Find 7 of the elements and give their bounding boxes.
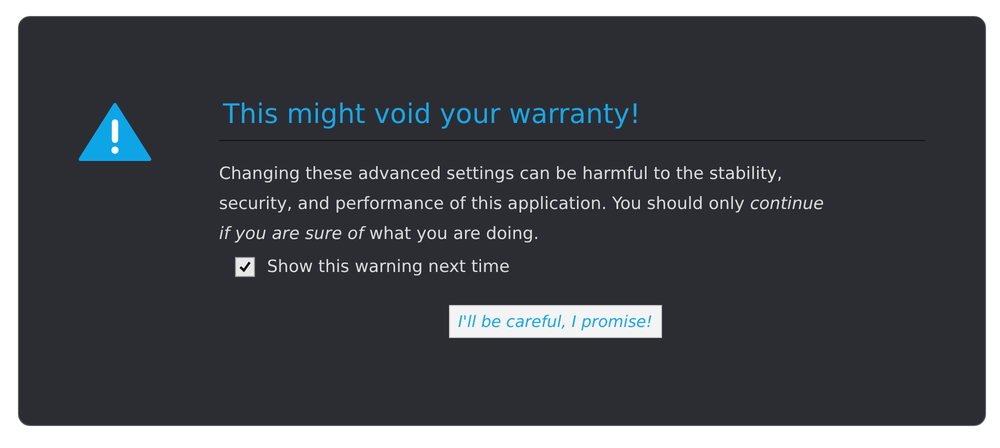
checkmark-icon bbox=[238, 260, 252, 274]
confirm-button[interactable]: I'll be careful, I promise! bbox=[449, 305, 662, 338]
warning-icon bbox=[77, 103, 153, 161]
dialog-title: This might void your warranty! bbox=[222, 99, 642, 130]
checkbox[interactable] bbox=[235, 257, 255, 277]
warning-message: Changing these advanced settings can be harmful to the stability, security, and performance of this application. You should only continue if you are sure of what you are doing. bbox=[219, 163, 825, 246]
checkbox-label: Show this warning next time bbox=[267, 257, 510, 277]
